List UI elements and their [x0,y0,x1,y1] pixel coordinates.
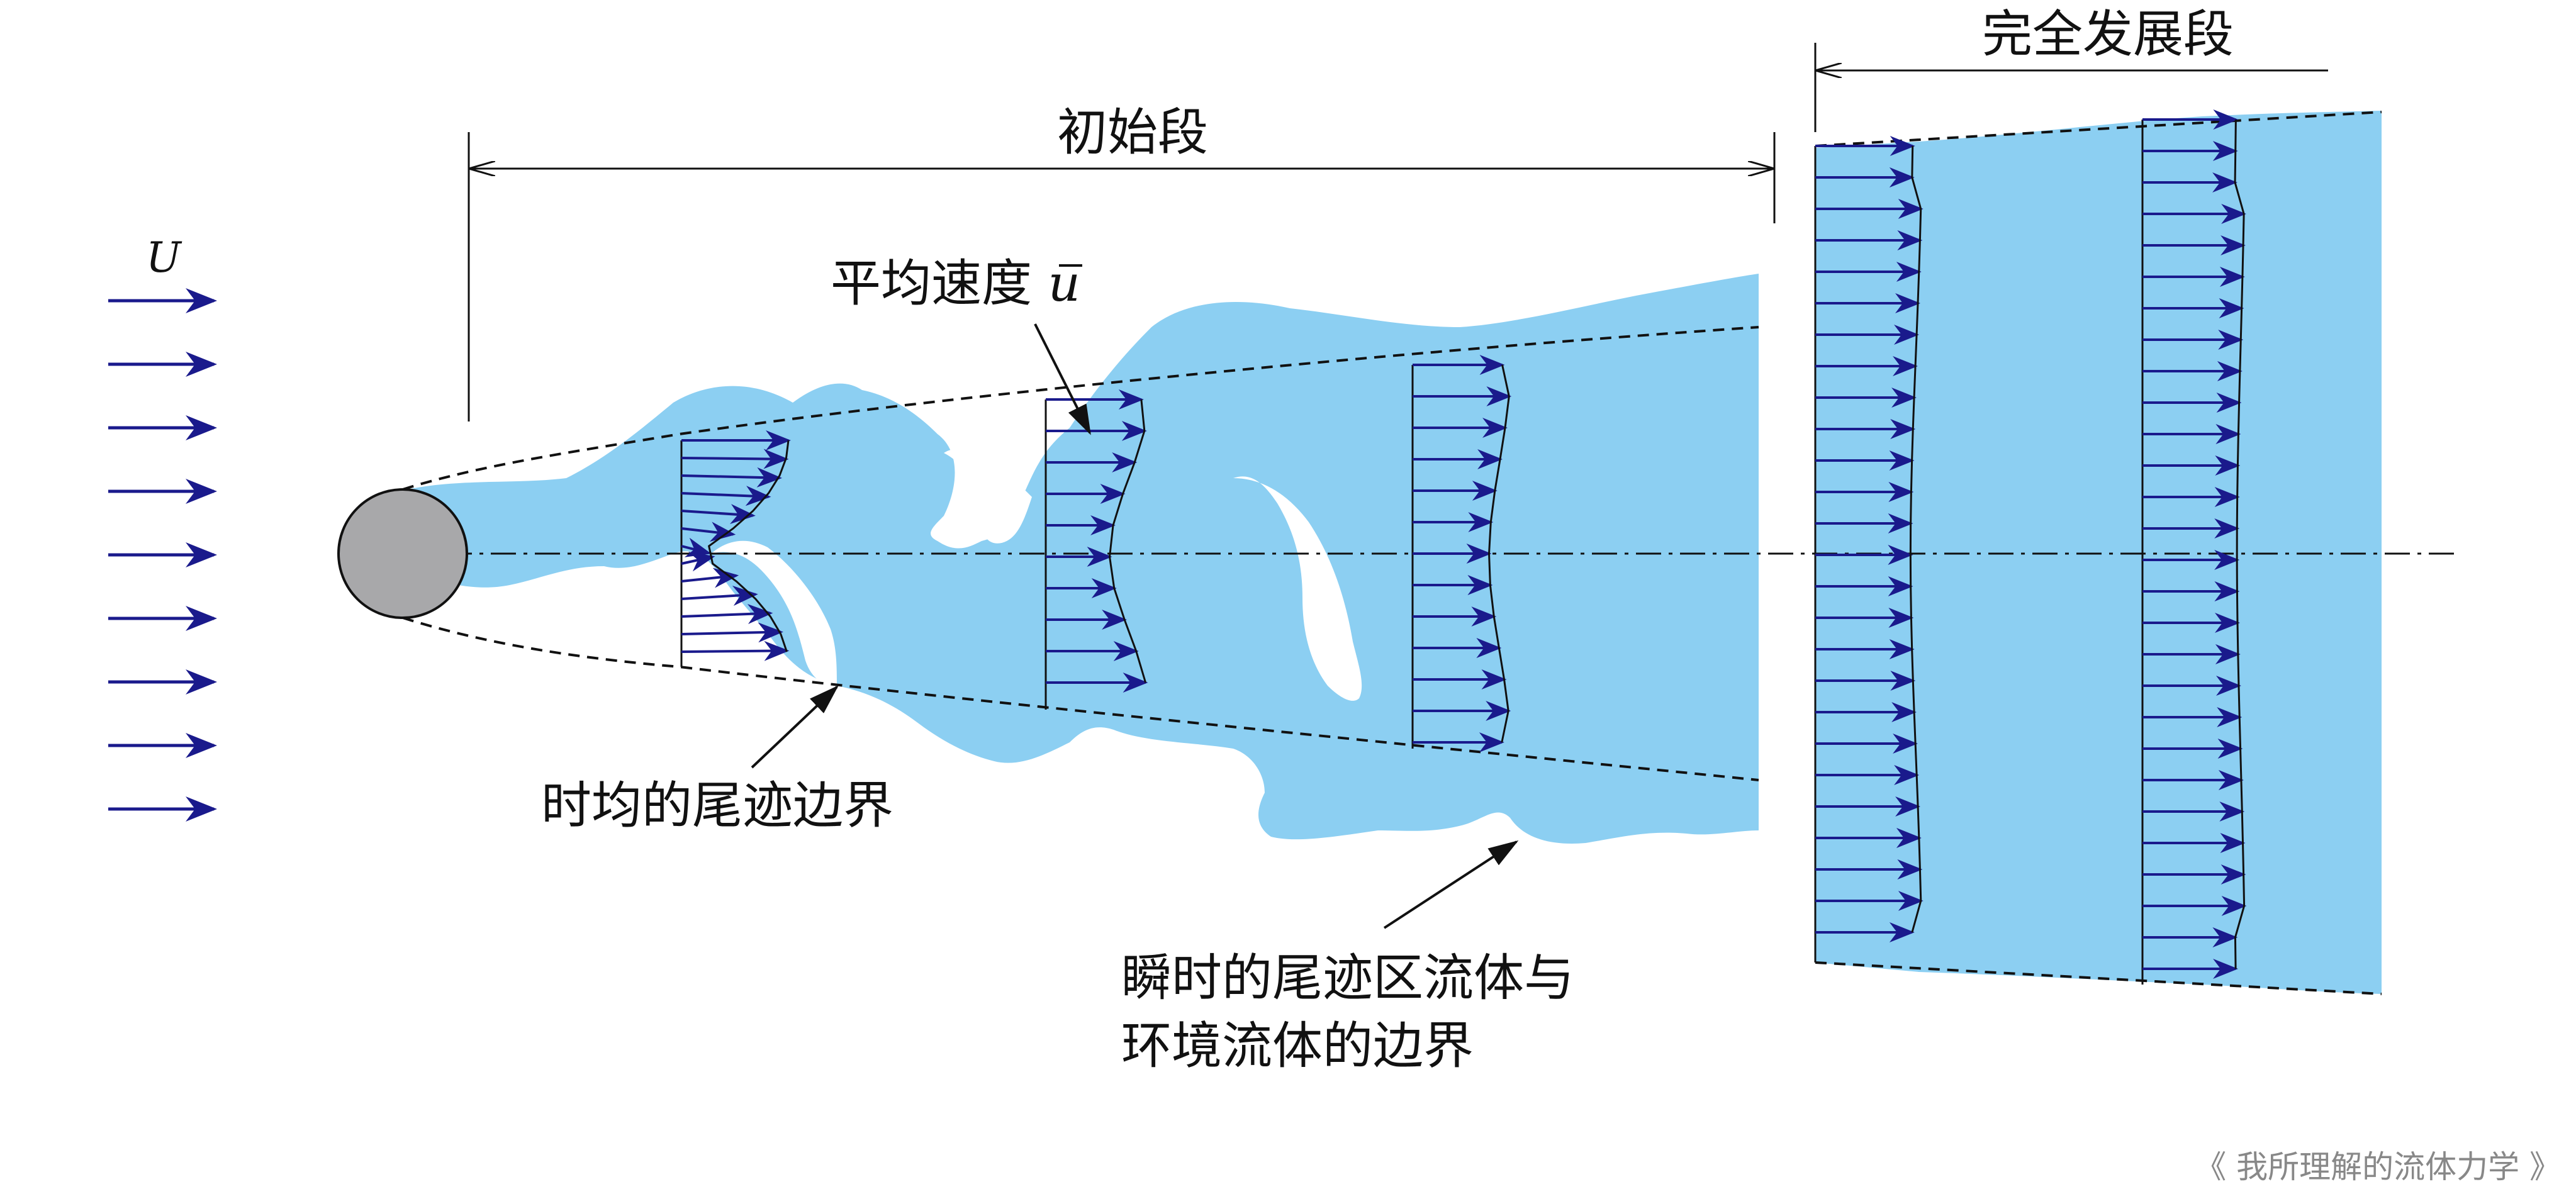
developed-section-label: 完全发展段 [1982,5,2234,64]
time-avg-boundary-annotation: 时均的尾迹边界 [541,685,893,835]
initial-section-label: 初始段 [1057,103,1208,162]
instant-boundary-label-2: 环境流体的边界 [1121,1017,1474,1075]
instant-boundary-annotation: 瞬时的尾迹区流体与 环境流体的边界 [1121,840,1574,1075]
wake-diagram: U 初始段 完全发展段 平均速度 u 时均的尾迹边界 瞬时的尾迹区流体与 环境流… [108,5,2561,1185]
profile-arrow [681,640,790,661]
wake-region [403,111,2382,994]
mean-velocity-label: 平均速度 u [831,254,1080,313]
wake-blob-near [403,274,1759,844]
profile-arrow [681,449,789,469]
wake-developed-1 [1815,142,1919,972]
time-avg-boundary-label: 时均的尾迹边界 [541,776,893,835]
instant-boundary-label-1: 瞬时的尾迹区流体与 [1121,949,1574,1007]
time-avg-boundary-pointer [751,685,839,769]
profile-arrow [681,622,783,643]
watermark: 《 我所理解的流体力学 》 [2195,1149,2561,1185]
wake-developed-2 [1919,111,2382,994]
free-stream-label: U [146,233,182,282]
free-stream-arrows [108,288,217,822]
instant-boundary-pointer [1383,840,1519,929]
mean-velocity-pointer [1034,323,1091,435]
cylinder [337,488,468,619]
